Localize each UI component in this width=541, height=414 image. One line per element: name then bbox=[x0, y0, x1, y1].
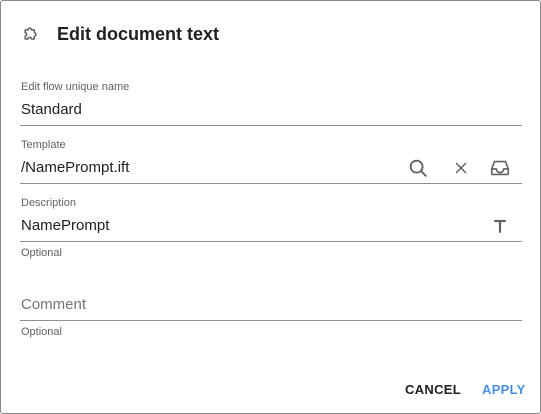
template-field[interactable]: Template /NamePrompt.ift bbox=[20, 139, 522, 184]
description-value[interactable]: NamePrompt bbox=[21, 217, 109, 235]
inbox-icon[interactable] bbox=[488, 156, 512, 180]
description-field[interactable]: Description NamePrompt bbox=[20, 197, 522, 242]
template-value[interactable]: /NamePrompt.ift bbox=[21, 159, 129, 177]
text-format-icon[interactable] bbox=[488, 214, 512, 238]
apply-button[interactable]: APPLY bbox=[482, 382, 526, 398]
unique-name-value[interactable]: Standard bbox=[21, 101, 82, 119]
comment-hint: Optional bbox=[21, 326, 62, 338]
unique-name-label: Edit flow unique name bbox=[21, 81, 130, 93]
description-hint: Optional bbox=[21, 247, 62, 259]
search-icon[interactable] bbox=[406, 156, 430, 180]
unique-name-field[interactable]: Edit flow unique name Standard bbox=[20, 81, 522, 126]
cancel-button[interactable]: CANCEL bbox=[405, 382, 461, 398]
dialog-title: Edit document text bbox=[57, 24, 220, 44]
dialog-header: Edit document text bbox=[21, 23, 219, 45]
edit-document-text-dialog: Edit document text Edit flow unique name… bbox=[0, 0, 541, 414]
clear-icon[interactable] bbox=[449, 156, 473, 180]
comment-field[interactable]: Comment bbox=[20, 281, 522, 321]
puzzle-icon bbox=[21, 24, 41, 44]
description-label: Description bbox=[21, 197, 77, 209]
template-label: Template bbox=[21, 139, 66, 151]
comment-placeholder[interactable]: Comment bbox=[21, 296, 86, 314]
